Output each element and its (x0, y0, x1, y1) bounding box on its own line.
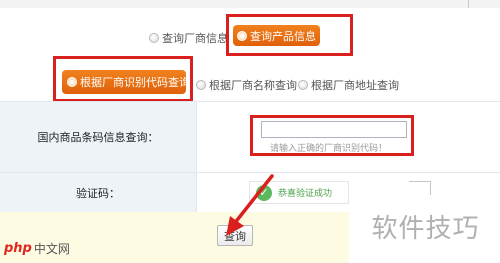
radio-icon[interactable] (196, 80, 206, 90)
radio-by-address-label: 根据厂商地址查询 (311, 79, 399, 92)
radio-icon[interactable] (149, 33, 159, 43)
radio-by-address[interactable]: 根据厂商地址查询 (298, 77, 399, 93)
strip-divider (468, 0, 469, 8)
barcode-label: 国内商品条码信息查询： (0, 102, 197, 172)
captcha-label: 验证码： (0, 173, 197, 213)
radio-icon[interactable] (298, 80, 308, 90)
annotation-arrow-icon (226, 174, 274, 236)
highlight-box-input (250, 115, 414, 156)
watermark-right: 软件技巧 (351, 204, 500, 249)
radio-manufacturer-info-label: 查询厂商信息 (162, 32, 228, 45)
highlight-box-product-info (226, 14, 353, 56)
php-logo: php (4, 241, 32, 256)
top-strip (0, 0, 500, 8)
highlight-box-by-code (53, 56, 193, 102)
captcha-status-text: 恭喜验证成功 (278, 189, 333, 199)
radio-by-name-label: 根据厂商名称查询 (209, 79, 297, 92)
radio-manufacturer-info[interactable]: 查询厂商信息 (149, 30, 228, 46)
watermark-left: php 中文网 (4, 240, 70, 257)
radio-by-name[interactable]: 根据厂商名称查询 (196, 77, 297, 93)
watermark-left-text: 中文网 (33, 242, 70, 256)
captcha-frame-edge (409, 181, 431, 195)
